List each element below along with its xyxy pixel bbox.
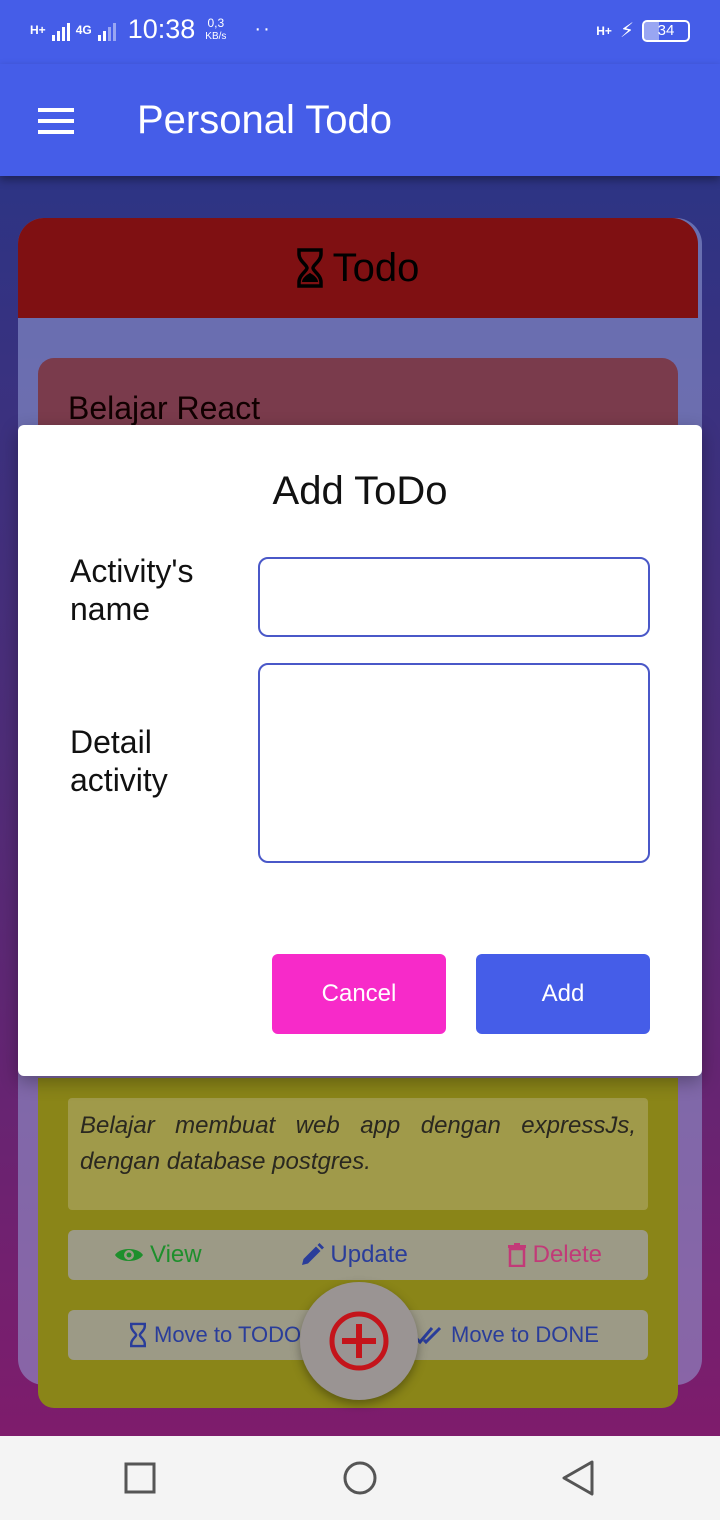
menu-icon[interactable] [38, 108, 74, 134]
network-type-1: H+ [30, 22, 46, 37]
network-speed-value: 0,3 [207, 15, 225, 30]
network-type-2: 4G [75, 22, 92, 37]
hourglass-icon [296, 248, 323, 288]
move-to-done-button[interactable]: Move to DONE [413, 1322, 599, 1348]
activity-name-label: Activity's name [70, 553, 194, 627]
charging-icon: ⚡ [619, 20, 634, 42]
signal-icon-2 [97, 19, 116, 41]
status-right: H+ ⚡ 34 [596, 18, 690, 43]
add-todo-modal: Add ToDo Activity's name Detail activity… [18, 425, 702, 1076]
app-title: Personal Todo [137, 98, 392, 142]
card-actions: View Update Delete [68, 1230, 648, 1280]
move-to-todo-label: Move to TODO [154, 1322, 302, 1347]
move-to-done-label: Move to DONE [451, 1322, 599, 1347]
hourglass-icon [130, 1322, 146, 1348]
cancel-button[interactable]: Cancel [272, 954, 446, 1034]
network-speed-unit: KB/s [205, 30, 227, 42]
clock: 10:38 [127, 14, 196, 44]
trash-icon [507, 1243, 526, 1267]
move-to-todo-button[interactable]: Move to TODO [130, 1322, 301, 1348]
back-icon[interactable] [560, 1460, 596, 1496]
view-label: View [150, 1241, 202, 1268]
detail-activity-label: Detail activity [70, 724, 168, 798]
notification-dots: ·· [254, 18, 272, 40]
delete-button[interactable]: Delete [507, 1241, 602, 1269]
navigation-bar [0, 1436, 720, 1520]
update-label: Update [330, 1241, 408, 1268]
todo-board-title: Todo [332, 245, 420, 290]
app-bar: Personal Todo [0, 64, 720, 176]
delete-label: Delete [532, 1241, 602, 1268]
detail-activity-textarea[interactable] [258, 663, 650, 863]
add-button[interactable]: Add [476, 954, 650, 1034]
view-button[interactable]: View [114, 1241, 202, 1269]
battery-level: 34 [657, 21, 675, 39]
status-bar: H+ 4G 10:38 0,3 KB/s ·· H+ ⚡ 34 [0, 0, 720, 64]
network-type-right: H+ [596, 23, 612, 38]
pencil-icon [302, 1243, 325, 1265]
battery-fill [644, 21, 659, 40]
todo-board-header: Todo [18, 218, 698, 318]
todo-card-description: Belajar membuat web app dengan expressJs… [68, 1098, 648, 1210]
recents-icon[interactable] [122, 1460, 158, 1496]
update-button[interactable]: Update [300, 1241, 408, 1269]
signal-icon [51, 19, 70, 41]
activity-name-input[interactable] [258, 557, 650, 637]
eye-icon [115, 1249, 143, 1261]
status-left: H+ 4G 10:38 0,3 KB/s ·· [30, 14, 272, 45]
plus-circle-icon [329, 1311, 389, 1371]
todo-card-title: Belajar React [68, 390, 261, 426]
battery-icon: 34 [642, 19, 690, 42]
add-todo-fab[interactable] [300, 1282, 418, 1400]
network-speed: 0,3 KB/s [205, 16, 226, 44]
home-icon[interactable] [340, 1460, 380, 1496]
modal-title: Add ToDo [272, 469, 448, 513]
